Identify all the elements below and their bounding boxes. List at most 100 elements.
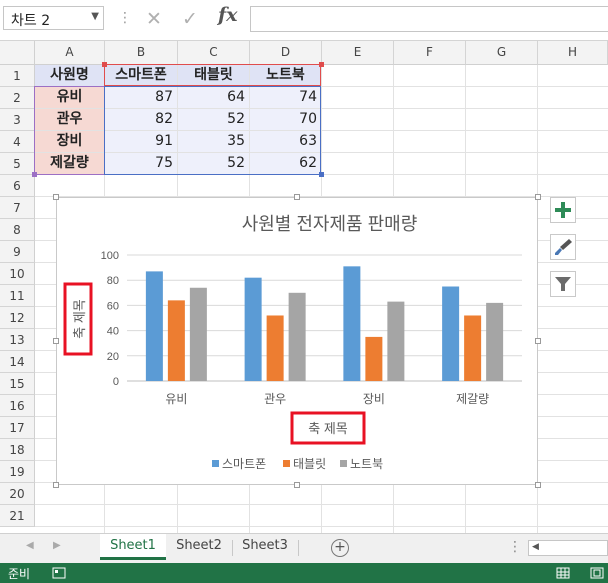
column-header-e[interactable]: E <box>322 41 394 65</box>
more-icon[interactable]: ⋮ <box>118 10 132 26</box>
bar <box>343 266 361 381</box>
name-box[interactable]: 차트 2 ▼ <box>3 6 104 30</box>
row-header-19[interactable]: 19 <box>0 461 35 483</box>
column-header-c[interactable]: C <box>178 41 250 65</box>
cancel-icon[interactable]: ✕ <box>141 6 167 32</box>
normal-view-icon[interactable] <box>556 567 570 579</box>
row-header-5[interactable]: 5 <box>0 153 35 175</box>
column-header-a[interactable]: A <box>35 41 105 65</box>
more-icon[interactable]: ⋮ <box>508 539 522 555</box>
scroll-left-icon[interactable]: ◀ <box>26 540 34 551</box>
resize-handle[interactable] <box>294 482 300 488</box>
plus-icon <box>555 202 571 218</box>
chevron-down-icon[interactable]: ▼ <box>91 11 99 22</box>
add-sheet-icon[interactable]: + <box>331 539 349 557</box>
chart[interactable]: 사원별 전자제품 판매량 0 20 40 60 80 100 유비 관우 장비 제갈량 축 제목 축 제… <box>56 197 538 485</box>
row-header-1[interactable]: 1 <box>0 65 35 87</box>
legend-label: 태블릿 <box>293 457 326 471</box>
tab-sheet1[interactable]: Sheet1 <box>100 534 166 560</box>
bar <box>266 315 284 381</box>
y-tick-label: 60 <box>107 300 119 312</box>
x-tick-label: 장비 <box>363 392 385 406</box>
row-header-18[interactable]: 18 <box>0 439 35 461</box>
resize-handle[interactable] <box>535 338 541 344</box>
chart-styles-button[interactable] <box>550 234 576 260</box>
row-header-17[interactable]: 17 <box>0 417 35 439</box>
range-handle[interactable] <box>102 62 107 67</box>
y-tick-label: 0 <box>113 376 119 388</box>
range-handle[interactable] <box>32 172 37 177</box>
bar <box>244 277 262 381</box>
row-header-4[interactable]: 4 <box>0 131 35 153</box>
filter-icon <box>555 277 571 291</box>
name-box-value: 차트 2 <box>11 13 51 29</box>
row-header-9[interactable]: 9 <box>0 241 35 263</box>
x-axis-title: 축 제목 <box>308 421 348 436</box>
bar <box>486 302 504 381</box>
row-header-8[interactable]: 8 <box>0 219 35 241</box>
row-header-15[interactable]: 15 <box>0 373 35 395</box>
row-header-14[interactable]: 14 <box>0 351 35 373</box>
row-header-6[interactable]: 6 <box>0 175 35 197</box>
row-header-3[interactable]: 3 <box>0 109 35 131</box>
column-header-d[interactable]: D <box>250 41 322 65</box>
insert-function-icon[interactable]: fx <box>218 4 238 26</box>
formula-input[interactable] <box>250 6 608 32</box>
series-name-range <box>104 64 321 86</box>
resize-handle[interactable] <box>294 194 300 200</box>
horizontal-scrollbar[interactable]: ◀ <box>528 540 608 556</box>
column-header-h[interactable]: H <box>538 41 608 65</box>
row-header-16[interactable]: 16 <box>0 395 35 417</box>
chart-canvas: 사원별 전자제품 판매량020406080100유비 관우 장비 제갈량축 제목축 제… <box>63 214 522 471</box>
row-header-10[interactable]: 10 <box>0 263 35 285</box>
bar <box>464 315 482 381</box>
macro-record-icon[interactable] <box>52 567 66 579</box>
chart-filters-button[interactable] <box>550 271 576 297</box>
legend-swatch <box>283 460 290 467</box>
bar <box>145 271 163 381</box>
resize-handle[interactable] <box>535 482 541 488</box>
scroll-left-icon[interactable]: ◀ <box>532 542 539 552</box>
y-tick-label: 80 <box>107 275 119 287</box>
row-header-12[interactable]: 12 <box>0 307 35 329</box>
x-tick-label: 제갈량 <box>456 392 489 406</box>
sheet-tab-bar: ◀ ▶ Sheet1 Sheet2 Sheet3 + ⋮ ◀ <box>0 533 608 563</box>
row-header-13[interactable]: 13 <box>0 329 35 351</box>
row-header-21[interactable]: 21 <box>0 505 35 527</box>
page-layout-icon[interactable] <box>590 567 604 579</box>
x-tick-label: 유비 <box>165 392 187 406</box>
resize-handle[interactable] <box>53 338 59 344</box>
row-header-7[interactable]: 7 <box>0 197 35 219</box>
resize-handle[interactable] <box>535 194 541 200</box>
grid-line <box>35 504 608 505</box>
range-handle[interactable] <box>319 172 324 177</box>
scroll-right-icon[interactable]: ▶ <box>53 540 61 551</box>
column-header-b[interactable]: B <box>105 41 178 65</box>
column-header-g[interactable]: G <box>466 41 538 65</box>
chart-elements-button[interactable] <box>550 197 576 223</box>
tab-sheet3[interactable]: Sheet3 <box>232 534 298 560</box>
column-header-f[interactable]: F <box>394 41 466 65</box>
y-axis-title: 축 제목 <box>72 299 87 339</box>
row-header-11[interactable]: 11 <box>0 285 35 307</box>
status-bar: 준비 <box>0 563 608 583</box>
row-header-20[interactable]: 20 <box>0 483 35 505</box>
range-handle[interactable] <box>319 62 324 67</box>
value-range <box>104 86 321 175</box>
enter-icon[interactable]: ✓ <box>177 6 203 32</box>
table-header-cell[interactable]: 사원명 <box>35 65 104 86</box>
legend-label: 노트북 <box>350 457 383 471</box>
tab-label: Sheet3 <box>242 538 288 553</box>
resize-handle[interactable] <box>53 482 59 488</box>
resize-handle[interactable] <box>53 194 59 200</box>
legend-swatch <box>340 460 347 467</box>
row-header-2[interactable]: 2 <box>0 87 35 109</box>
y-tick-label: 100 <box>101 250 119 262</box>
legend-label: 스마트폰 <box>222 457 266 471</box>
select-all-corner[interactable] <box>0 41 35 65</box>
bar <box>387 301 405 381</box>
tab-sheet2[interactable]: Sheet2 <box>166 534 232 560</box>
status-mode: 준비 <box>8 567 31 581</box>
tab-label: Sheet1 <box>110 538 156 553</box>
x-tick-label: 관우 <box>264 392 286 406</box>
